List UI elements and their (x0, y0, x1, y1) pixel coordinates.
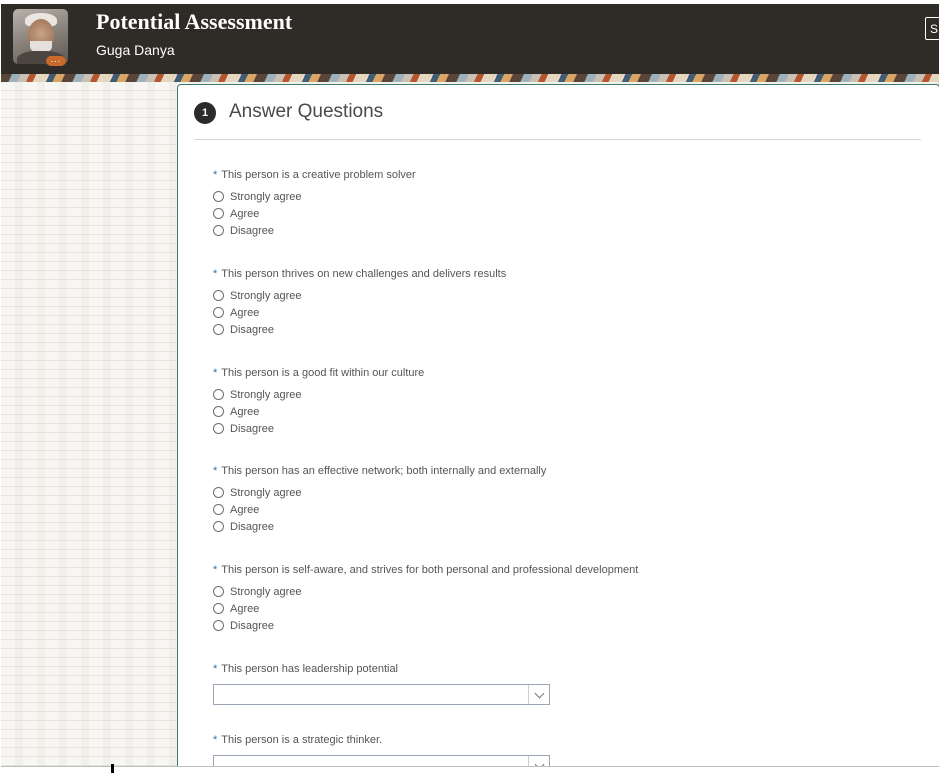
radio-button[interactable] (213, 521, 224, 532)
question-text: This person is a good fit within our cul… (221, 367, 425, 379)
required-asterisk: * (213, 268, 218, 280)
option-label: Disagree (230, 423, 275, 435)
radio-option-disagree[interactable]: Disagree (213, 421, 913, 438)
radio-option-agree[interactable]: Agree (213, 206, 913, 223)
required-asterisk: * (213, 367, 218, 379)
section-title: Answer Questions (229, 101, 384, 122)
app-window: ... Potential Assessment Guga Danya S 1 … (1, 0, 939, 767)
radio-button[interactable] (213, 423, 224, 434)
question-label: * This person thrives on new challenges a… (213, 266, 913, 282)
radio-option-strongly-agree[interactable]: Strongly agree (213, 189, 913, 206)
text-cursor-icon (111, 764, 119, 773)
radio-button[interactable] (213, 290, 224, 301)
radio-button[interactable] (213, 191, 224, 202)
radio-option-strongly-agree[interactable]: Strongly agree (213, 288, 913, 305)
required-asterisk: * (213, 465, 218, 477)
radio-button[interactable] (213, 225, 224, 236)
person-name: Guga Danya (96, 42, 175, 58)
decorative-banner (1, 74, 939, 82)
option-label: Disagree (230, 225, 275, 237)
option-label: Agree (230, 406, 260, 418)
option-label: Disagree (230, 521, 275, 533)
leadership-potential-select[interactable] (213, 684, 550, 705)
question-text: This person has an effective network; bo… (221, 465, 547, 477)
page-header: ... Potential Assessment Guga Danya S (1, 0, 939, 74)
question-label: * This person is self-aware, and strives … (213, 562, 913, 578)
radio-option-disagree[interactable]: Disagree (213, 618, 913, 635)
answer-questions-panel: 1 Answer Questions * This person is a cre… (177, 84, 939, 766)
required-asterisk: * (213, 169, 218, 181)
question-text: This person has leadership potential (221, 663, 399, 675)
page-title: Potential Assessment (96, 9, 293, 34)
more-options-badge[interactable]: ... (46, 55, 66, 66)
radio-option-strongly-agree[interactable]: Strongly agree (213, 584, 913, 601)
header-action-button[interactable]: S (925, 17, 939, 40)
chevron-down-icon[interactable] (534, 688, 545, 699)
radio-option-disagree[interactable]: Disagree (213, 223, 913, 240)
option-label: Strongly agree (230, 487, 302, 499)
question-self-aware: * This person is self-aware, and strives … (213, 562, 913, 635)
radio-button[interactable] (213, 603, 224, 614)
option-label: Strongly agree (230, 191, 302, 203)
radio-option-agree[interactable]: Agree (213, 502, 913, 519)
question-text: This person is a creative problem solver (221, 169, 416, 181)
radio-option-disagree[interactable]: Disagree (213, 519, 913, 536)
option-label: Disagree (230, 620, 275, 632)
required-asterisk: * (213, 663, 218, 675)
radio-option-strongly-agree[interactable]: Strongly agree (213, 485, 913, 502)
select-separator (528, 756, 529, 766)
question-label: * This person is a strategic thinker. (213, 732, 913, 748)
radio-button[interactable] (213, 586, 224, 597)
question-label: * This person is a good fit within our cu… (213, 365, 913, 381)
radio-button[interactable] (213, 504, 224, 515)
option-label: Strongly agree (230, 586, 302, 598)
radio-option-disagree[interactable]: Disagree (213, 322, 913, 339)
option-label: Strongly agree (230, 389, 302, 401)
radio-button[interactable] (213, 324, 224, 335)
radio-button[interactable] (213, 406, 224, 417)
option-label: Disagree (230, 324, 275, 336)
chevron-down-icon[interactable] (534, 759, 545, 766)
question-label: * This person has leadership potential (213, 661, 913, 677)
radio-button[interactable] (213, 389, 224, 400)
sidebar-background (1, 82, 176, 766)
header-top-line (1, 0, 939, 4)
radio-option-agree[interactable]: Agree (213, 305, 913, 322)
radio-button[interactable] (213, 620, 224, 631)
question-effective-network: * This person has an effective network; b… (213, 463, 913, 536)
radio-button[interactable] (213, 307, 224, 318)
radio-button[interactable] (213, 487, 224, 498)
option-label: Strongly agree (230, 290, 302, 302)
required-asterisk: * (213, 734, 218, 746)
option-label: Agree (230, 603, 260, 615)
option-label: Agree (230, 504, 260, 516)
strategic-thinker-select[interactable] (213, 755, 550, 766)
question-label: * This person is a creative problem solve… (213, 167, 913, 183)
question-text: This person is a strategic thinker. (221, 734, 383, 746)
section-divider (194, 139, 921, 140)
question-text: This person thrives on new challenges an… (221, 268, 507, 280)
question-creative-problem-solver: * This person is a creative problem solve… (213, 167, 913, 240)
radio-option-agree[interactable]: Agree (213, 404, 913, 421)
question-culture-fit: * This person is a good fit within our cu… (213, 365, 913, 438)
question-thrives-on-challenges: * This person thrives on new challenges a… (213, 266, 913, 339)
question-text: This person is self-aware, and strives f… (221, 564, 639, 576)
radio-button[interactable] (213, 208, 224, 219)
required-asterisk: * (213, 564, 218, 576)
step-number-badge: 1 (194, 102, 216, 124)
option-label: Agree (230, 307, 260, 319)
question-strategic-thinker: * This person is a strategic thinker. (213, 732, 913, 766)
option-label: Agree (230, 208, 260, 220)
radio-option-agree[interactable]: Agree (213, 601, 913, 618)
question-leadership-potential: * This person has leadership potential (213, 661, 913, 705)
select-separator (528, 685, 529, 704)
question-label: * This person has an effective network; b… (213, 463, 913, 479)
radio-option-strongly-agree[interactable]: Strongly agree (213, 387, 913, 404)
